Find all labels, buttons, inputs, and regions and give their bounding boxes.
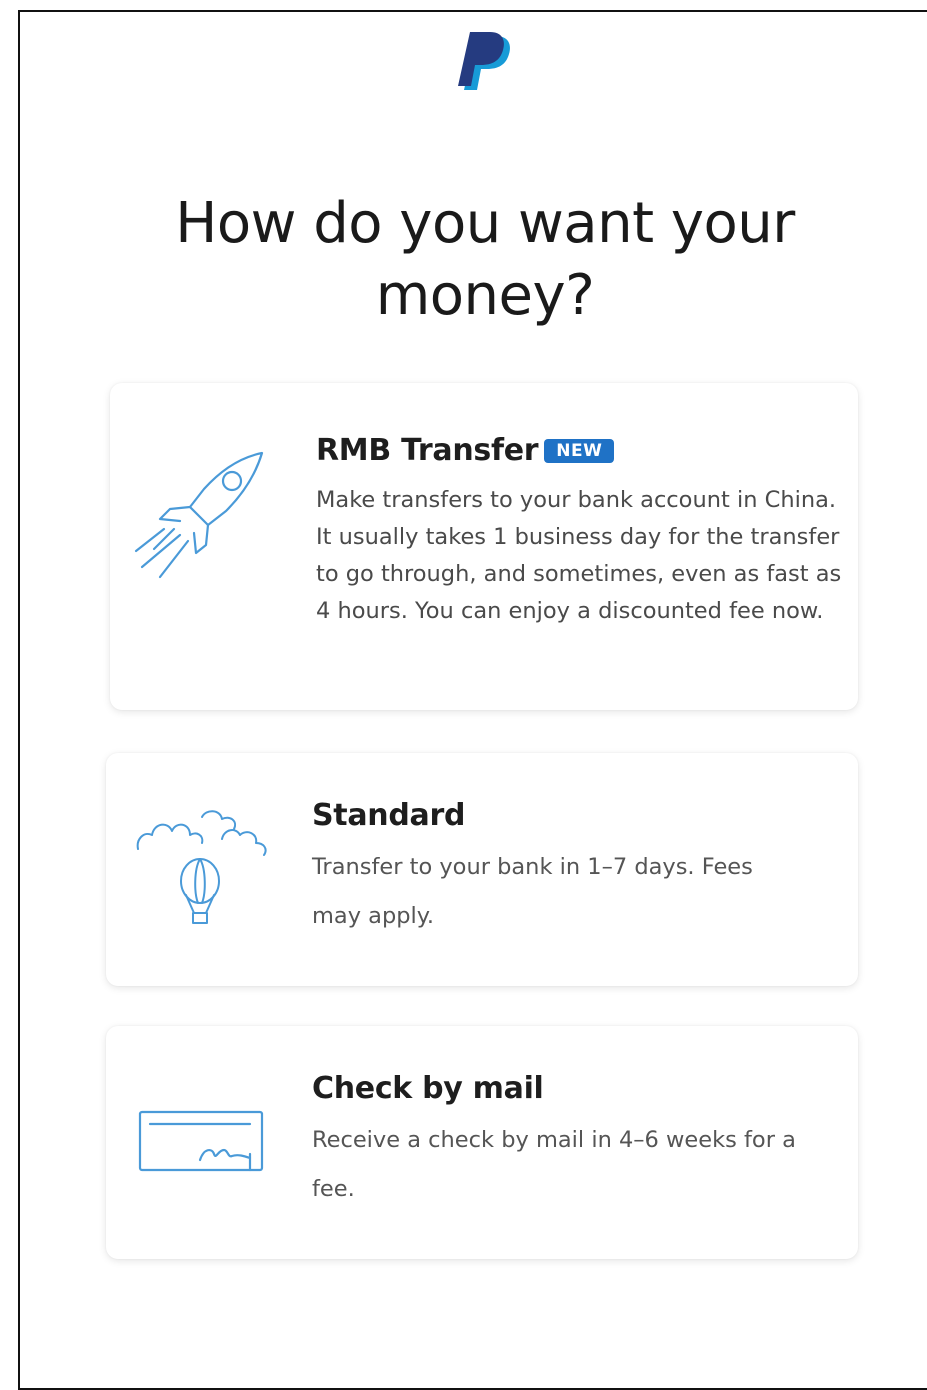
option-description: Transfer to your bank in 1–7 days. Fees … xyxy=(312,854,753,929)
option-description: Receive a check by mail in 4–6 weeks for… xyxy=(312,1127,796,1202)
paypal-logo-icon xyxy=(458,32,510,90)
new-badge: NEW xyxy=(544,439,615,463)
option-title: Standard xyxy=(312,798,466,833)
option-card-check-by-mail[interactable]: Check by mail Receive a check by mail in… xyxy=(106,1026,858,1259)
option-card-rmb-transfer[interactable]: RMB Transfer NEW Make transfers to your b… xyxy=(110,383,858,710)
rocket-icon xyxy=(134,451,264,579)
option-title: Check by mail xyxy=(312,1071,544,1106)
hot-air-balloon-icon xyxy=(136,810,267,924)
check-icon xyxy=(138,1110,264,1172)
option-card-standard[interactable]: Standard Transfer to your bank in 1–7 da… xyxy=(106,753,858,986)
page-title: How do you want your money? xyxy=(175,191,795,328)
option-title: RMB Transfer xyxy=(316,433,539,468)
option-description: Make transfers to your bank account in C… xyxy=(316,487,842,624)
